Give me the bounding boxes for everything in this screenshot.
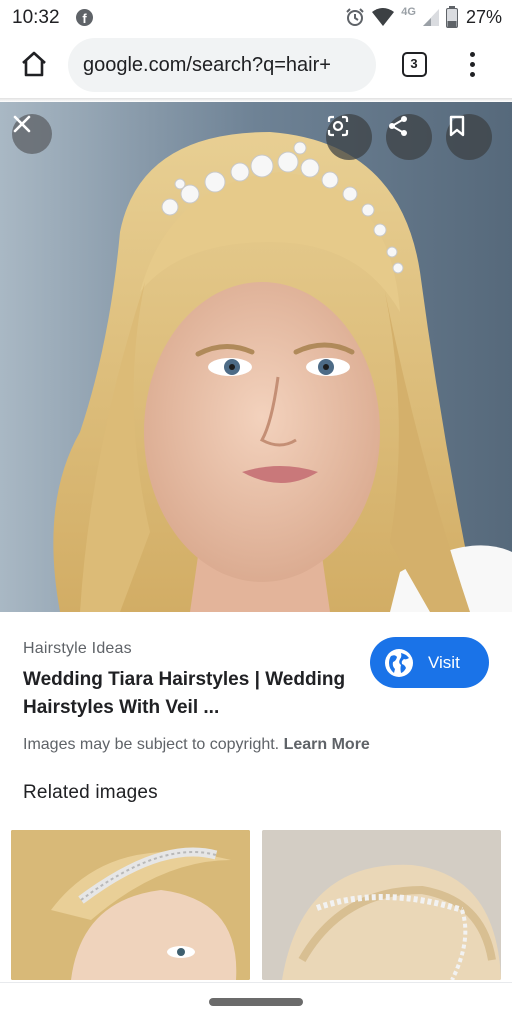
wifi-icon	[372, 8, 395, 26]
address-bar[interactable]: google.com/search?q=hair+	[68, 38, 376, 92]
share-button[interactable]	[386, 114, 432, 160]
save-button[interactable]	[446, 114, 492, 160]
close-button[interactable]	[12, 114, 52, 154]
status-icons: 4G 27%	[345, 6, 502, 28]
status-time: 10:32	[12, 7, 60, 28]
globe-icon	[385, 648, 413, 677]
browser-toolbar: google.com/search?q=hair+ 3	[0, 34, 512, 98]
battery-percent: 27%	[465, 6, 502, 27]
menu-dot-icon	[469, 51, 475, 57]
battery-icon	[445, 6, 458, 28]
result-details: Hairstyle Ideas Wedding Tiara Hairstyles…	[0, 612, 512, 982]
tab-count: 3	[401, 51, 427, 77]
system-navigation-bar	[0, 982, 512, 1024]
home-gesture-handle[interactable]	[209, 998, 303, 1006]
copyright-notice: Images may be subject to copyright. Lear…	[23, 736, 370, 754]
alarm-icon	[346, 8, 364, 26]
menu-dot-icon	[469, 71, 475, 77]
overflow-menu-button[interactable]	[458, 47, 486, 81]
lens-icon	[327, 115, 349, 137]
close-icon	[13, 115, 31, 133]
network-label: 4G	[401, 6, 416, 18]
related-image-illustration	[11, 830, 250, 980]
home-button[interactable]	[16, 46, 52, 82]
tab-switcher-button[interactable]: 3	[399, 49, 429, 79]
copyright-text: Images may be subject to copyright.	[23, 736, 280, 753]
related-images-heading: Related images	[23, 782, 158, 803]
bookmark-icon	[449, 115, 465, 137]
learn-more-link[interactable]: Learn More	[284, 736, 370, 753]
source-name[interactable]: Hairstyle Ideas	[23, 640, 132, 658]
visit-label: Visit	[428, 652, 460, 672]
share-icon	[389, 116, 407, 136]
signal-icon	[422, 9, 439, 26]
preview-image[interactable]	[0, 102, 512, 612]
related-image-illustration	[262, 830, 501, 980]
visit-button[interactable]: Visit	[370, 637, 489, 688]
url-text: google.com/search?q=hair+	[83, 54, 331, 76]
home-icon	[22, 51, 46, 77]
related-image[interactable]	[262, 830, 501, 980]
status-bar: 10:32 f 4G 27%	[0, 0, 512, 34]
facebook-icon: f	[76, 9, 93, 26]
lens-search-button[interactable]	[326, 114, 372, 160]
menu-dot-icon	[469, 61, 475, 67]
portrait-illustration	[0, 102, 512, 612]
related-image[interactable]	[11, 830, 250, 980]
result-title[interactable]: Wedding Tiara Hairstyles | Wedding Hairs…	[23, 666, 363, 722]
